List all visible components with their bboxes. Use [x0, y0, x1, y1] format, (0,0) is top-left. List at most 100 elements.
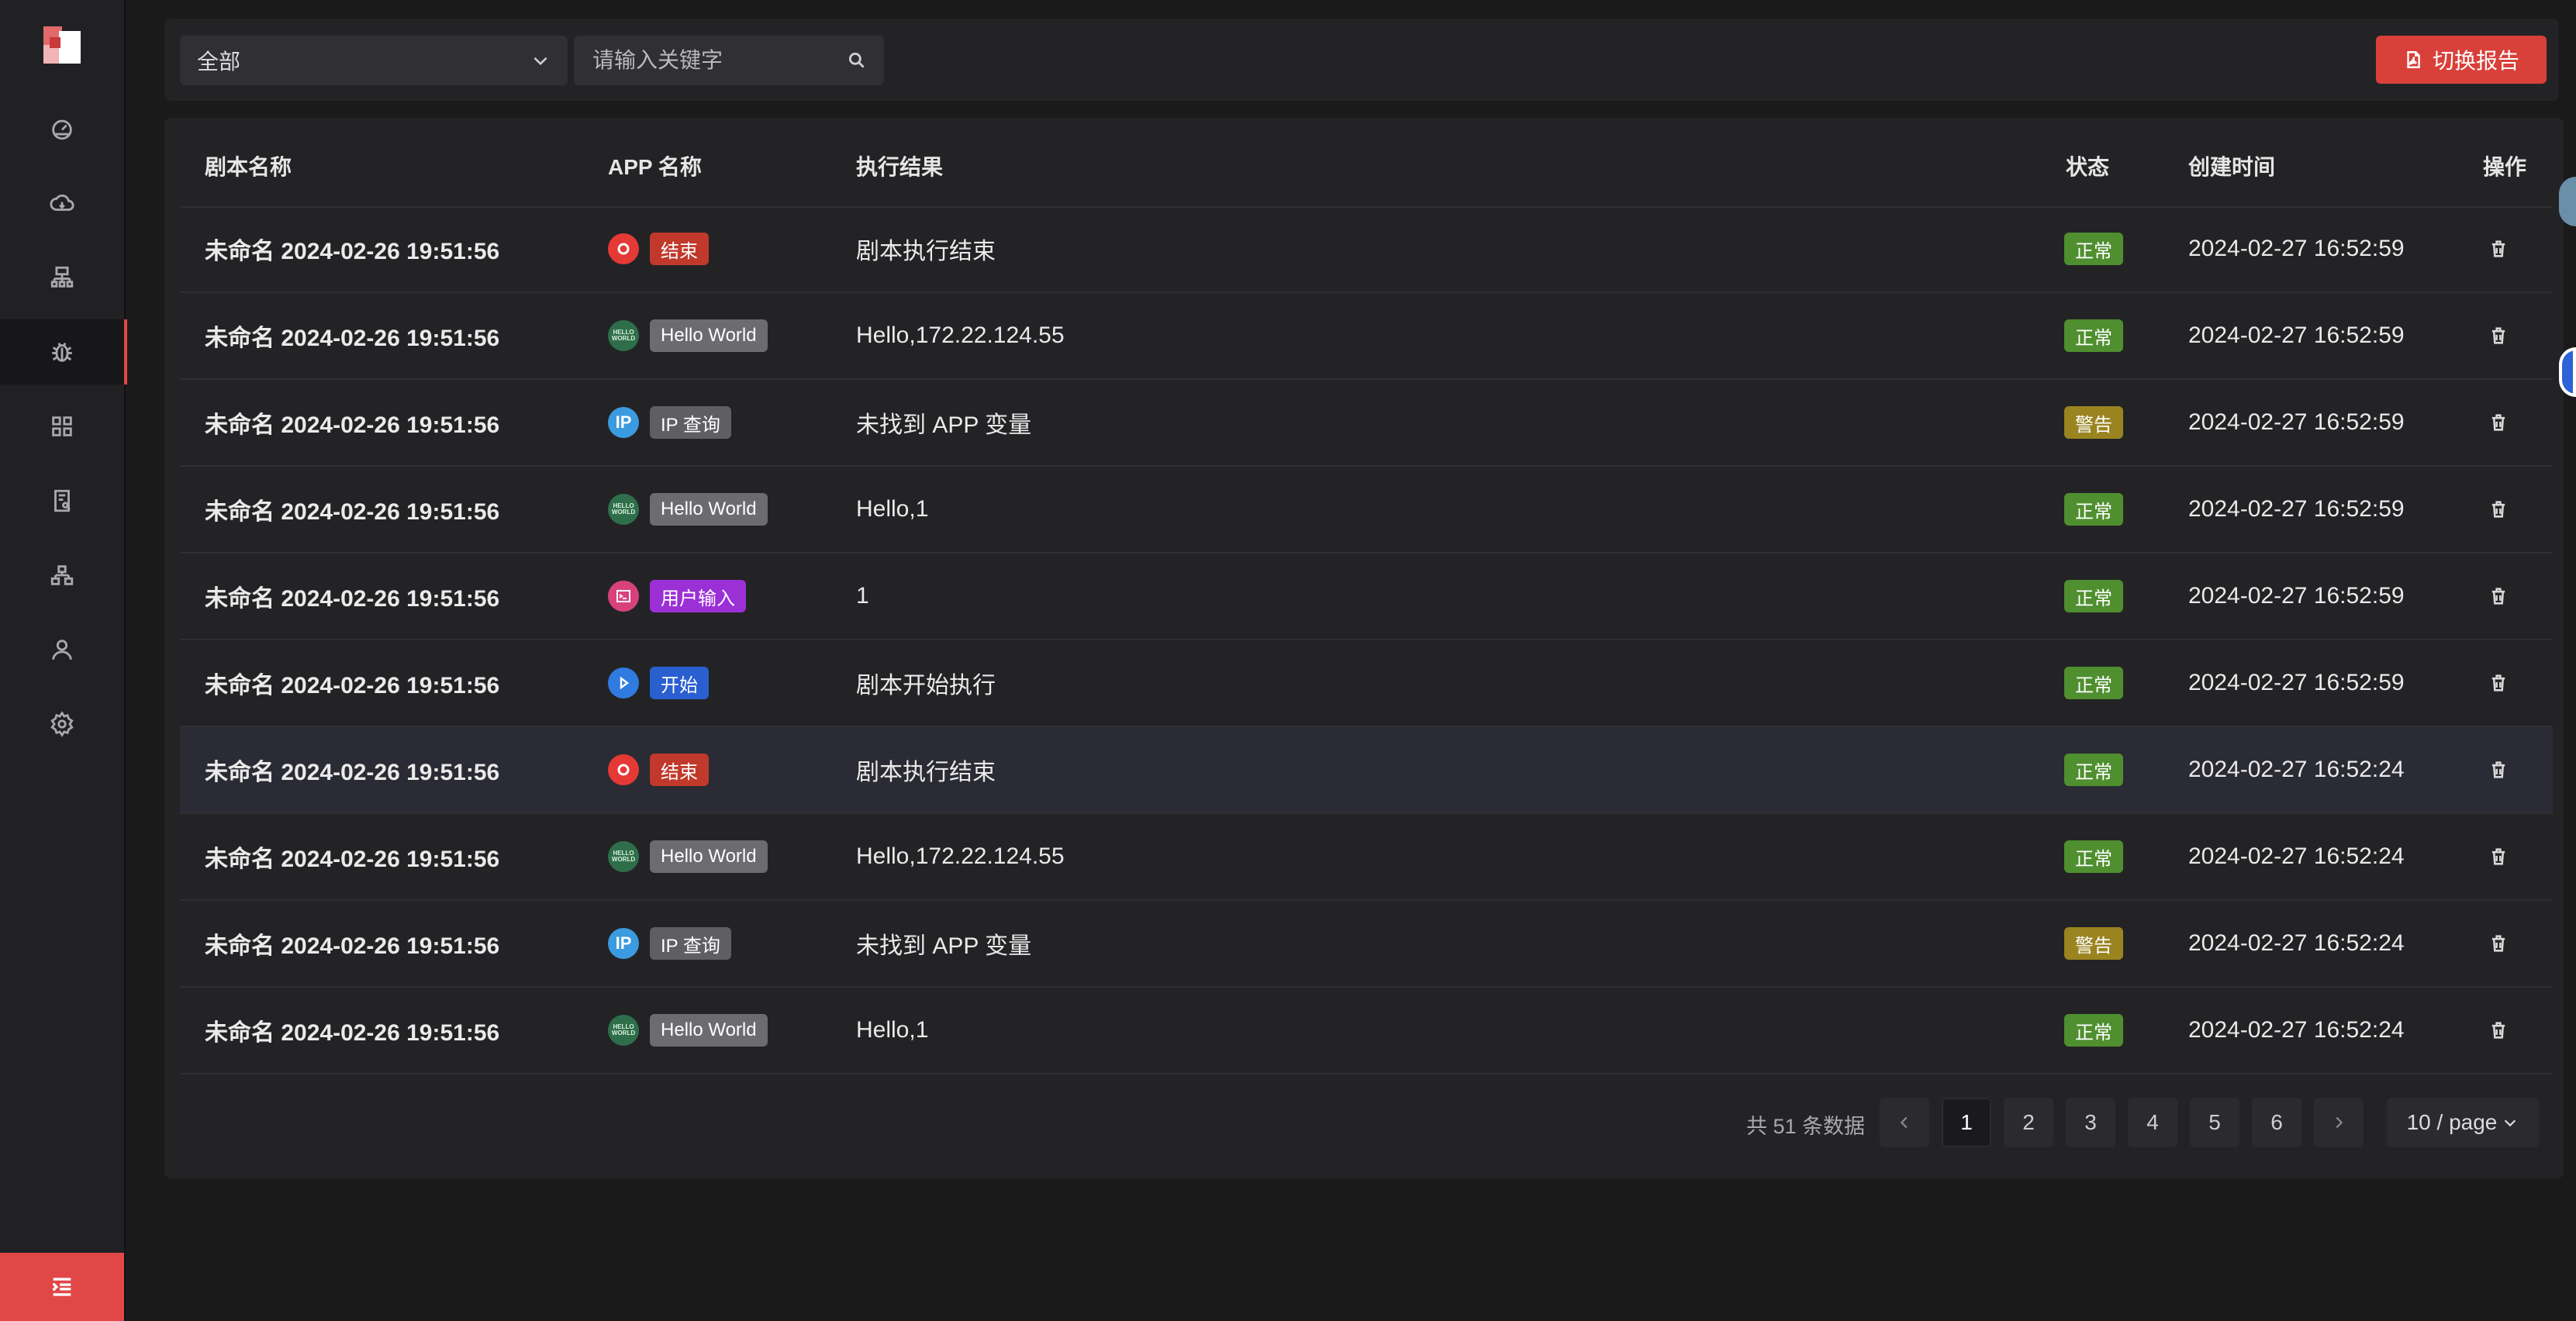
status-badge: 警告: [2064, 406, 2123, 439]
pagination-prev-button[interactable]: [1880, 1098, 1929, 1147]
page-size-select[interactable]: 10 / page: [2387, 1098, 2539, 1147]
execution-result: Hello,172.22.124.55: [856, 843, 1065, 869]
app-cell: 结束: [608, 727, 709, 812]
user-input-icon: [608, 581, 639, 612]
table-row[interactable]: 未命名 2024-02-26 19:51:56 IP IP 查询 未找到 APP 变量…: [180, 380, 2553, 467]
nav-settings[interactable]: [0, 692, 124, 757]
translate-widget-edge[interactable]: [2559, 347, 2576, 397]
table-row[interactable]: 未命名 2024-02-26 19:51:56 HELLO WORLD Hello W…: [180, 988, 2553, 1074]
nav-reports[interactable]: [0, 468, 124, 533]
switch-report-button[interactable]: 切换报告: [2376, 36, 2547, 84]
status-badge: 正常: [2064, 493, 2123, 526]
delete-button[interactable]: [2488, 380, 2509, 465]
sidebar: [0, 0, 127, 1321]
created-time: 2024-02-27 16:52:59: [2188, 670, 2405, 695]
status-filter-select[interactable]: 全部: [180, 36, 568, 85]
nav-dashboard[interactable]: [0, 96, 124, 161]
pagination-next-button[interactable]: [2314, 1098, 2364, 1147]
hello-world-icon: HELLO WORLD: [608, 1015, 639, 1046]
table-row[interactable]: 未命名 2024-02-26 19:51:56 结束 剧本执行结束 正常 2024-02…: [180, 206, 2553, 293]
trash-icon: [2491, 1022, 2505, 1039]
hello-world-icon: HELLO WORLD: [608, 494, 639, 525]
search-input[interactable]: [574, 36, 837, 85]
nav-network[interactable]: [0, 245, 124, 310]
table-row[interactable]: 未命名 2024-02-26 19:51:56 结束 剧本执行结束 正常 2024-02…: [180, 727, 2553, 814]
floating-widget-edge[interactable]: [2559, 177, 2576, 226]
app-name-tag: 结束: [650, 754, 709, 786]
status-badge: 正常: [2064, 319, 2123, 352]
pagination-page-3[interactable]: 3: [2066, 1098, 2115, 1147]
trash-icon: [2491, 674, 2505, 692]
search-box: [574, 36, 884, 85]
status-cell: 正常: [2064, 814, 2123, 899]
created-time: 2024-02-27 16:52:24: [2188, 757, 2405, 782]
chevron-down-icon: [2505, 1119, 2516, 1127]
end-icon: [608, 233, 639, 264]
app-name-tag: Hello World: [650, 493, 768, 526]
delete-button[interactable]: [2488, 814, 2509, 899]
playbook-name: 未命名 2024-02-26 19:51:56: [205, 326, 500, 351]
status-badge: 警告: [2064, 927, 2123, 960]
hierarchy-icon: [50, 565, 74, 585]
nav-playbook[interactable]: [0, 319, 127, 385]
playbook-name: 未命名 2024-02-26 19:51:56: [205, 1020, 500, 1046]
nav-hierarchy[interactable]: [0, 543, 124, 608]
delete-button[interactable]: [2488, 988, 2509, 1073]
header-result: 执行结果: [856, 155, 944, 179]
status-badge: 正常: [2064, 667, 2123, 699]
filter-bar: 全部 切换报告: [164, 19, 2559, 101]
trash-icon: [2491, 240, 2505, 257]
table-row[interactable]: 未命名 2024-02-26 19:51:56 开始 剧本开始执行 正常 2024-02…: [180, 640, 2553, 727]
pagination-total: 共 51 条数据: [1746, 1114, 1866, 1138]
pagination-page-2[interactable]: 2: [2004, 1098, 2053, 1147]
sidebar-collapse-button[interactable]: [0, 1253, 124, 1321]
app-logo: [43, 26, 81, 64]
app-name-tag: Hello World: [650, 840, 768, 873]
delete-button[interactable]: [2488, 554, 2509, 639]
pagination-page-5[interactable]: 5: [2190, 1098, 2239, 1147]
table-row[interactable]: 未命名 2024-02-26 19:51:56 IP IP 查询 未找到 APP 变量…: [180, 901, 2553, 988]
nav-apps[interactable]: [0, 394, 124, 459]
table-row[interactable]: 未命名 2024-02-26 19:51:56 HELLO WORLD Hello W…: [180, 814, 2553, 901]
table-row[interactable]: 未命名 2024-02-26 19:51:56 用户输入 1 正常 2024-02-27…: [180, 554, 2553, 640]
table-row[interactable]: 未命名 2024-02-26 19:51:56 HELLO WORLD Hello W…: [180, 293, 2553, 380]
delete-button[interactable]: [2488, 727, 2509, 812]
bug-icon: [52, 342, 72, 362]
report-icon: [54, 489, 71, 512]
delete-button[interactable]: [2488, 467, 2509, 552]
hello-world-icon: HELLO WORLD: [608, 841, 639, 872]
table-row[interactable]: 未命名 2024-02-26 19:51:56 HELLO WORLD Hello W…: [180, 467, 2553, 554]
app-name-tag: 开始: [650, 667, 709, 699]
app-cell: IP IP 查询: [608, 380, 731, 465]
header-created-time: 创建时间: [2188, 155, 2276, 179]
settings-icon: [50, 711, 74, 737]
delete-button[interactable]: [2488, 640, 2509, 726]
status-badge: 正常: [2064, 580, 2123, 612]
playbook-name: 未命名 2024-02-26 19:51:56: [205, 847, 500, 872]
chevron-left-icon: [1900, 1116, 1908, 1129]
status-badge: 正常: [2064, 233, 2123, 265]
created-time: 2024-02-27 16:52:24: [2188, 843, 2405, 869]
execution-result: Hello,1: [856, 496, 929, 522]
app-name-tag: Hello World: [650, 1014, 768, 1047]
delete-button[interactable]: [2488, 293, 2509, 378]
app-name-tag: IP 查询: [650, 927, 731, 960]
nav-user[interactable]: [0, 617, 124, 682]
table-header: 剧本名称 APP 名称 执行结果 状态 创建时间 操作: [180, 118, 2553, 208]
delete-button[interactable]: [2488, 206, 2509, 291]
playbook-name: 未命名 2024-02-26 19:51:56: [205, 673, 500, 698]
pagination-page-6[interactable]: 6: [2252, 1098, 2301, 1147]
status-cell: 正常: [2064, 727, 2123, 812]
pagination-page-4[interactable]: 4: [2128, 1098, 2177, 1147]
search-icon[interactable]: [847, 50, 867, 71]
header-status: 状态: [2066, 155, 2110, 179]
status-cell: 正常: [2064, 640, 2123, 726]
status-cell: 正常: [2064, 554, 2123, 639]
app-cell: IP IP 查询: [608, 901, 731, 986]
end-icon: [608, 754, 639, 785]
pagination-page-1[interactable]: 1: [1942, 1098, 1991, 1147]
nav-cloud[interactable]: [0, 171, 124, 236]
playbook-name: 未命名 2024-02-26 19:51:56: [205, 586, 500, 612]
delete-button[interactable]: [2488, 901, 2509, 986]
dashboard-icon: [52, 119, 72, 140]
